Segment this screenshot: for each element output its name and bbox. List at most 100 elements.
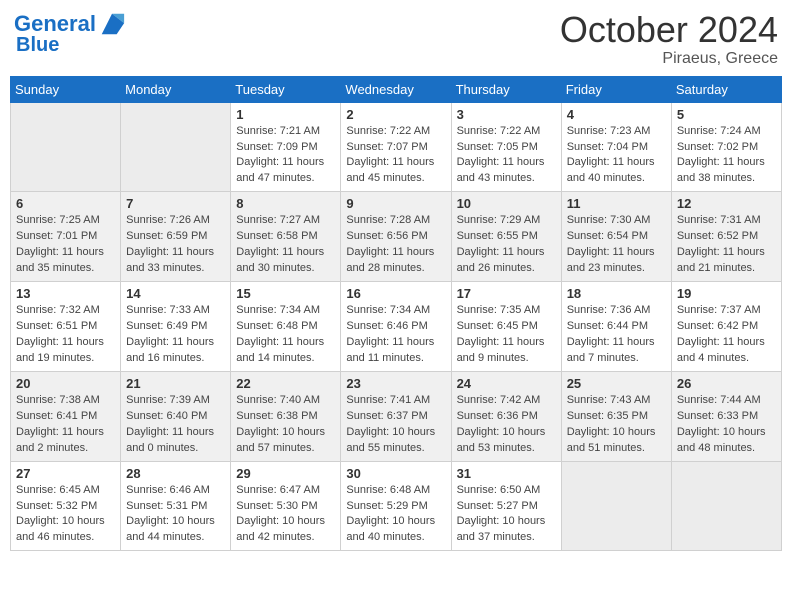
calendar-cell: 9Sunrise: 7:28 AMSunset: 6:56 PMDaylight…	[341, 192, 451, 282]
weekday-header-friday: Friday	[561, 76, 671, 102]
calendar-cell: 21Sunrise: 7:39 AMSunset: 6:40 PMDayligh…	[121, 371, 231, 461]
day-number: 16	[346, 286, 445, 301]
day-number: 11	[567, 196, 666, 211]
day-number: 1	[236, 107, 335, 122]
calendar-week-1: 1 Sunrise: 7:21 AMSunset: 7:09 PMDaylight…	[11, 102, 782, 192]
day-info: Sunrise: 7:33 AMSunset: 6:49 PMDaylight:…	[126, 303, 225, 367]
day-number: 29	[236, 466, 335, 481]
calendar-cell: 11 Sunrise: 7:30 AMSunset: 6:54 PMDayligh…	[561, 192, 671, 282]
day-number: 19	[677, 286, 776, 301]
day-number: 21	[126, 376, 225, 391]
day-number: 14	[126, 286, 225, 301]
calendar-week-5: 27 Sunrise: 6:45 AMSunset: 5:32 PMDayligh…	[11, 461, 782, 551]
day-info: Sunrise: 6:45 AMSunset: 5:32 PMDaylight:…	[16, 483, 115, 547]
day-number: 30	[346, 466, 445, 481]
calendar-cell	[671, 461, 781, 551]
weekday-header-wednesday: Wednesday	[341, 76, 451, 102]
day-info: Sunrise: 7:34 AMSunset: 6:48 PMDaylight:…	[236, 303, 335, 367]
calendar-cell: 1 Sunrise: 7:21 AMSunset: 7:09 PMDaylight…	[231, 102, 341, 192]
calendar-week-2: 6 Sunrise: 7:25 AMSunset: 7:01 PMDaylight…	[11, 192, 782, 282]
logo-text: General	[14, 12, 96, 36]
day-info: Sunrise: 7:22 AMSunset: 7:07 PMDaylight:…	[346, 124, 445, 188]
day-info: Sunrise: 7:38 AMSunset: 6:41 PMDaylight:…	[16, 393, 115, 457]
weekday-header-saturday: Saturday	[671, 76, 781, 102]
day-info: Sunrise: 7:44 AMSunset: 6:33 PMDaylight:…	[677, 393, 776, 457]
day-info: Sunrise: 6:48 AMSunset: 5:29 PMDaylight:…	[346, 483, 445, 547]
day-info: Sunrise: 7:37 AMSunset: 6:42 PMDaylight:…	[677, 303, 776, 367]
calendar-cell: 23 Sunrise: 7:41 AMSunset: 6:37 PMDayligh…	[341, 371, 451, 461]
day-number: 28	[126, 466, 225, 481]
day-number: 27	[16, 466, 115, 481]
calendar-cell	[11, 102, 121, 192]
calendar-cell: 8 Sunrise: 7:27 AMSunset: 6:58 PMDaylight…	[231, 192, 341, 282]
day-number: 12	[677, 196, 776, 211]
weekday-header-thursday: Thursday	[451, 76, 561, 102]
day-info: Sunrise: 7:32 AMSunset: 6:51 PMDaylight:…	[16, 303, 115, 367]
day-info: Sunrise: 7:30 AMSunset: 6:54 PMDaylight:…	[567, 213, 666, 277]
day-info: Sunrise: 7:43 AMSunset: 6:35 PMDaylight:…	[567, 393, 666, 457]
day-number: 17	[457, 286, 556, 301]
calendar-cell: 2 Sunrise: 7:22 AMSunset: 7:07 PMDaylight…	[341, 102, 451, 192]
calendar-cell: 16 Sunrise: 7:34 AMSunset: 6:46 PMDayligh…	[341, 282, 451, 372]
day-number: 10	[457, 196, 556, 211]
day-info: Sunrise: 6:46 AMSunset: 5:31 PMDaylight:…	[126, 483, 225, 547]
day-info: Sunrise: 7:27 AMSunset: 6:58 PMDaylight:…	[236, 213, 335, 277]
logo: General Blue	[14, 10, 126, 56]
day-number: 6	[16, 196, 115, 211]
title-block: October 2024 Piraeus, Greece	[560, 10, 778, 68]
calendar-cell: 4 Sunrise: 7:23 AMSunset: 7:04 PMDaylight…	[561, 102, 671, 192]
logo-icon	[98, 10, 126, 38]
calendar-cell: 30 Sunrise: 6:48 AMSunset: 5:29 PMDayligh…	[341, 461, 451, 551]
calendar-cell: 22Sunrise: 7:40 AMSunset: 6:38 PMDayligh…	[231, 371, 341, 461]
calendar-cell: 10Sunrise: 7:29 AMSunset: 6:55 PMDayligh…	[451, 192, 561, 282]
calendar-cell: 20 Sunrise: 7:38 AMSunset: 6:41 PMDayligh…	[11, 371, 121, 461]
day-number: 18	[567, 286, 666, 301]
calendar-cell	[561, 461, 671, 551]
calendar-cell: 14 Sunrise: 7:33 AMSunset: 6:49 PMDayligh…	[121, 282, 231, 372]
day-info: Sunrise: 7:34 AMSunset: 6:46 PMDaylight:…	[346, 303, 445, 367]
day-number: 15	[236, 286, 335, 301]
day-number: 13	[16, 286, 115, 301]
day-info: Sunrise: 7:41 AMSunset: 6:37 PMDaylight:…	[346, 393, 445, 457]
calendar-cell: 24 Sunrise: 7:42 AMSunset: 6:36 PMDayligh…	[451, 371, 561, 461]
calendar-cell: 29 Sunrise: 6:47 AMSunset: 5:30 PMDayligh…	[231, 461, 341, 551]
day-info: Sunrise: 7:40 AMSunset: 6:38 PMDaylight:…	[236, 393, 335, 457]
day-number: 20	[16, 376, 115, 391]
location: Piraeus, Greece	[560, 50, 778, 68]
calendar-cell: 27 Sunrise: 6:45 AMSunset: 5:32 PMDayligh…	[11, 461, 121, 551]
day-number: 8	[236, 196, 335, 211]
weekday-header-tuesday: Tuesday	[231, 76, 341, 102]
weekday-header-sunday: Sunday	[11, 76, 121, 102]
weekday-header-row: SundayMondayTuesdayWednesdayThursdayFrid…	[11, 76, 782, 102]
day-info: Sunrise: 7:42 AMSunset: 6:36 PMDaylight:…	[457, 393, 556, 457]
day-info: Sunrise: 7:36 AMSunset: 6:44 PMDaylight:…	[567, 303, 666, 367]
calendar-cell: 25Sunrise: 7:43 AMSunset: 6:35 PMDayligh…	[561, 371, 671, 461]
day-info: Sunrise: 7:21 AMSunset: 7:09 PMDaylight:…	[236, 124, 335, 188]
calendar-cell: 26 Sunrise: 7:44 AMSunset: 6:33 PMDayligh…	[671, 371, 781, 461]
calendar-cell: 13 Sunrise: 7:32 AMSunset: 6:51 PMDayligh…	[11, 282, 121, 372]
day-info: Sunrise: 7:25 AMSunset: 7:01 PMDaylight:…	[16, 213, 115, 277]
day-number: 4	[567, 107, 666, 122]
calendar-cell: 12 Sunrise: 7:31 AMSunset: 6:52 PMDayligh…	[671, 192, 781, 282]
calendar-week-4: 20 Sunrise: 7:38 AMSunset: 6:41 PMDayligh…	[11, 371, 782, 461]
weekday-header-monday: Monday	[121, 76, 231, 102]
day-info: Sunrise: 7:23 AMSunset: 7:04 PMDaylight:…	[567, 124, 666, 188]
calendar-cell: 17Sunrise: 7:35 AMSunset: 6:45 PMDayligh…	[451, 282, 561, 372]
day-number: 5	[677, 107, 776, 122]
day-number: 2	[346, 107, 445, 122]
calendar-cell: 7Sunrise: 7:26 AMSunset: 6:59 PMDaylight…	[121, 192, 231, 282]
day-number: 23	[346, 376, 445, 391]
calendar-cell: 18 Sunrise: 7:36 AMSunset: 6:44 PMDayligh…	[561, 282, 671, 372]
day-info: Sunrise: 7:28 AMSunset: 6:56 PMDaylight:…	[346, 213, 445, 277]
calendar-cell: 3Sunrise: 7:22 AMSunset: 7:05 PMDaylight…	[451, 102, 561, 192]
day-info: Sunrise: 6:47 AMSunset: 5:30 PMDaylight:…	[236, 483, 335, 547]
day-info: Sunrise: 7:24 AMSunset: 7:02 PMDaylight:…	[677, 124, 776, 188]
day-info: Sunrise: 7:26 AMSunset: 6:59 PMDaylight:…	[126, 213, 225, 277]
calendar-cell	[121, 102, 231, 192]
month-title: October 2024	[560, 10, 778, 50]
day-number: 24	[457, 376, 556, 391]
day-number: 26	[677, 376, 776, 391]
day-info: Sunrise: 7:31 AMSunset: 6:52 PMDaylight:…	[677, 213, 776, 277]
calendar-cell: 19 Sunrise: 7:37 AMSunset: 6:42 PMDayligh…	[671, 282, 781, 372]
calendar-cell: 31Sunrise: 6:50 AMSunset: 5:27 PMDayligh…	[451, 461, 561, 551]
